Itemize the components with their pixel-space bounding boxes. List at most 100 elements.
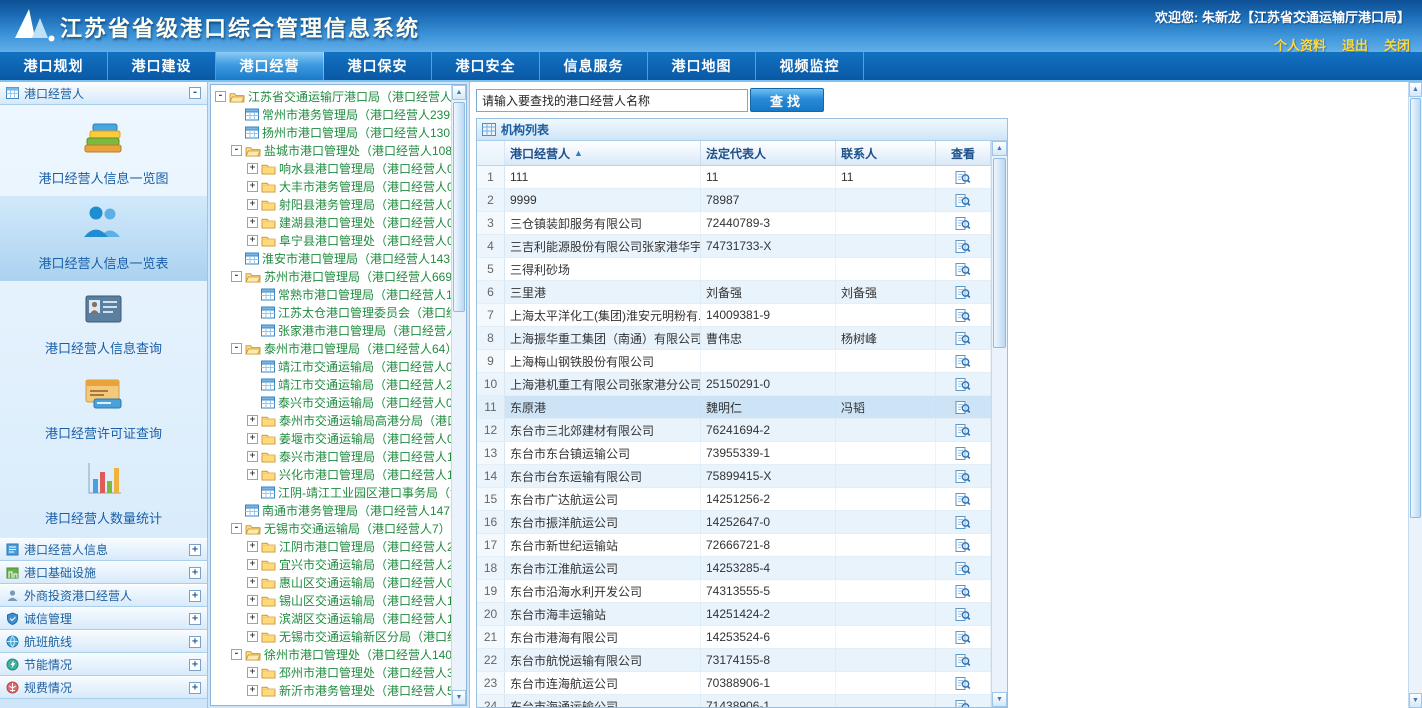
tree-node[interactable]: 淮安市港口管理局（港口经营人143） (211, 249, 451, 267)
table-row[interactable]: 12东台市三北郊建材有限公司76241694-2 (477, 419, 991, 442)
expand-toggle-icon[interactable]: + (247, 181, 258, 192)
view-record-icon[interactable] (955, 216, 971, 231)
expand-icon[interactable]: + (189, 659, 201, 671)
tree-node[interactable]: 张家港市港口管理局（港口经营人10 (211, 321, 451, 339)
view-record-icon[interactable] (955, 423, 971, 438)
view-record-icon[interactable] (955, 354, 971, 369)
scroll-down-icon[interactable]: ▼ (452, 690, 466, 705)
column-header[interactable]: 查看 (936, 141, 991, 165)
table-row[interactable]: 15东台市广达航运公司14251256-2 (477, 488, 991, 511)
column-header[interactable]: 法定代表人 (701, 141, 836, 165)
view-record-icon[interactable] (955, 630, 971, 645)
tree-node[interactable]: 江苏太仓港口管理委员会（港口经营 (211, 303, 451, 321)
view-record-icon[interactable] (955, 469, 971, 484)
scroll-up-icon[interactable]: ▲ (992, 141, 1007, 156)
tree-node[interactable]: +江阴市港口管理局（港口经营人2） (211, 537, 451, 555)
view-record-icon[interactable] (955, 400, 971, 415)
expand-toggle-icon[interactable]: + (247, 163, 258, 174)
sidebar-item[interactable]: 港口经营人信息查询 (0, 281, 207, 366)
scroll-up-icon[interactable]: ▲ (452, 85, 466, 100)
nav-tab[interactable]: 港口保安 (324, 52, 432, 80)
scroll-down-icon[interactable]: ▼ (1409, 693, 1422, 708)
view-record-icon[interactable] (955, 538, 971, 553)
column-header[interactable]: 联系人 (836, 141, 936, 165)
table-row[interactable]: 2999978987 (477, 189, 991, 212)
column-header[interactable] (477, 141, 505, 165)
table-row[interactable]: 20东台市海丰运输站14251424-2 (477, 603, 991, 626)
table-row[interactable]: 13东台市东台镇运输公司73955339-1 (477, 442, 991, 465)
view-record-icon[interactable] (955, 446, 971, 461)
nav-tab[interactable]: 港口规划 (0, 52, 108, 80)
scrollbar-thumb[interactable] (1410, 98, 1421, 518)
view-record-icon[interactable] (955, 285, 971, 300)
table-row[interactable]: 7上海太平洋化工(集团)淮安元明粉有...14009381-9 (477, 304, 991, 327)
expand-toggle-icon[interactable]: + (247, 217, 258, 228)
tree-node[interactable]: -泰州市港口管理局（港口经营人64） (211, 339, 451, 357)
sidebar-panel-foreign-investment[interactable]: 外商投资港口经营人+ (0, 584, 207, 607)
table-row[interactable]: 24东台市海通运输公司71438906-1 (477, 695, 991, 707)
expand-toggle-icon[interactable]: + (247, 469, 258, 480)
search-button[interactable]: 查找 (750, 88, 824, 112)
table-row[interactable]: 5三得利砂场 (477, 258, 991, 281)
view-record-icon[interactable] (955, 607, 971, 622)
scroll-down-icon[interactable]: ▼ (992, 692, 1007, 707)
expand-icon[interactable]: + (189, 682, 201, 694)
expand-icon[interactable]: + (189, 544, 201, 556)
sidebar-panel-fees[interactable]: 规费情况+ (0, 676, 207, 699)
sidebar-item[interactable]: 港口经营人信息一览图 (0, 111, 207, 196)
collapse-toggle-icon[interactable]: - (231, 649, 242, 660)
table-row[interactable]: 17东台市新世纪运输站72666721-8 (477, 534, 991, 557)
sidebar-panel-energy-saving[interactable]: 节能情况+ (0, 653, 207, 676)
view-record-icon[interactable] (955, 170, 971, 185)
expand-toggle-icon[interactable]: + (247, 541, 258, 552)
tree-node[interactable]: +大丰市港务管理局（港口经营人0） (211, 177, 451, 195)
expand-toggle-icon[interactable]: + (247, 595, 258, 606)
sidebar-panel-flight-routes[interactable]: 航班航线+ (0, 630, 207, 653)
sidebar-panel-header[interactable]: 港口经营人 - (0, 82, 207, 105)
view-record-icon[interactable] (955, 193, 971, 208)
tree-node[interactable]: +姜堰市交通运输局（港口经营人0） (211, 429, 451, 447)
tree-node[interactable]: 南通市港务管理局（港口经营人147） (211, 501, 451, 519)
tree-node[interactable]: +兴化市港口管理局（港口经营人1） (211, 465, 451, 483)
view-record-icon[interactable] (955, 699, 971, 708)
view-record-icon[interactable] (955, 308, 971, 323)
tree-node[interactable]: 常熟市港口管理局（港口经营人127 (211, 285, 451, 303)
table-row[interactable]: 16东台市振洋航运公司14252647-0 (477, 511, 991, 534)
expand-toggle-icon[interactable]: + (247, 451, 258, 462)
view-record-icon[interactable] (955, 331, 971, 346)
nav-tab[interactable]: 视频监控 (756, 52, 864, 80)
tree-node[interactable]: +滨湖区交通运输局（港口经营人1） (211, 609, 451, 627)
table-row[interactable]: 19东台市沿海水利开发公司74313555-5 (477, 580, 991, 603)
view-record-icon[interactable] (955, 377, 971, 392)
sidebar-panel-operator-info[interactable]: 港口经营人信息+ (0, 538, 207, 561)
sidebar-item[interactable]: 港口经营人信息一览表 (0, 196, 207, 281)
tree-node[interactable]: 扬州市港口管理局（港口经营人130） (211, 123, 451, 141)
view-record-icon[interactable] (955, 653, 971, 668)
expand-toggle-icon[interactable]: + (247, 667, 258, 678)
sidebar-panel-credit-management[interactable]: 诚信管理+ (0, 607, 207, 630)
collapse-toggle-icon[interactable]: - (231, 271, 242, 282)
view-record-icon[interactable] (955, 561, 971, 576)
tree-node[interactable]: +新沂市港务管理处（港口经营人5） (211, 681, 451, 699)
collapse-toggle-icon[interactable]: - (215, 91, 226, 102)
search-input[interactable] (476, 89, 748, 112)
tree-node[interactable]: 江阴-靖江工业园区港口事务局（港口 (211, 483, 451, 501)
expand-toggle-icon[interactable]: + (247, 415, 258, 426)
table-row[interactable]: 14东台市台东运输有限公司75899415-X (477, 465, 991, 488)
view-record-icon[interactable] (955, 676, 971, 691)
view-record-icon[interactable] (955, 262, 971, 277)
table-row[interactable]: 6三里港刘备强刘备强 (477, 281, 991, 304)
tree-node[interactable]: 靖江市交通运输局（港口经营人0） (211, 357, 451, 375)
table-row[interactable]: 23东台市连海航运公司70388906-1 (477, 672, 991, 695)
tree-node[interactable]: -苏州市港口管理局（港口经营人669） (211, 267, 451, 285)
tree-node[interactable]: +锡山区交通运输局（港口经营人1） (211, 591, 451, 609)
table-row[interactable]: 11111111 (477, 166, 991, 189)
nav-tab[interactable]: 港口地图 (648, 52, 756, 80)
header-link[interactable]: 关闭 (1384, 38, 1410, 53)
tree-node[interactable]: 靖江市交通运输局（港口经营人26） (211, 375, 451, 393)
table-row[interactable]: 22东台市航悦运输有限公司73174155-8 (477, 649, 991, 672)
view-record-icon[interactable] (955, 239, 971, 254)
tree-node[interactable]: +邳州市港口管理处（港口经营人36） (211, 663, 451, 681)
tree-node[interactable]: +射阳县港务管理局（港口经营人0） (211, 195, 451, 213)
tree-node[interactable]: +阜宁县港口管理处（港口经营人0） (211, 231, 451, 249)
